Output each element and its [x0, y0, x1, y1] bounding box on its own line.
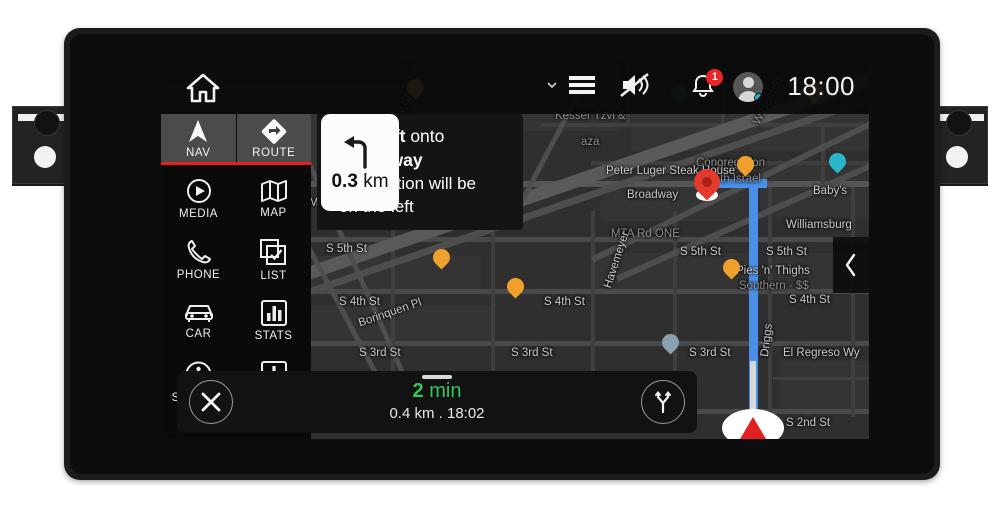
navigation-arrow-icon	[184, 118, 212, 144]
restaurant-pin[interactable]: 	[723, 259, 740, 282]
map-street-label: S 5th St	[326, 243, 367, 255]
checklist-icon	[260, 239, 287, 266]
chevron-left-icon	[843, 252, 859, 278]
turn-distance-unit: km	[363, 171, 388, 192]
map-street-label: S 3rd St	[689, 347, 731, 359]
turn-distance-value: 0.3	[331, 171, 357, 192]
alternate-routes-button[interactable]	[641, 380, 685, 424]
map-street-label: Driggs	[759, 323, 775, 357]
eta-arrival-time: 18:02	[447, 405, 485, 422]
collapse-panel-button[interactable]	[833, 237, 869, 293]
route-turn-icon	[260, 118, 288, 144]
map-street-label: S 3rd St	[359, 347, 401, 359]
online-status-dot	[754, 93, 763, 102]
route-alternatives-icon	[651, 390, 675, 414]
map-folded-icon	[260, 179, 288, 203]
sidebar-item-map[interactable]: MAP	[236, 169, 311, 230]
map-pin-glyph: 	[723, 260, 740, 276]
head-unit-device: Kesser Tzvi & Congregation Beth Israel aza P…	[64, 28, 940, 480]
turn-instruction-card: Turn left onto Broadway Destination will…	[321, 114, 523, 230]
map-street-label: Baby's	[813, 185, 847, 197]
map-street-label: Southern · $$	[739, 280, 809, 292]
status-bar: 1 18:00	[161, 61, 869, 114]
sidebar-item-stats[interactable]: STATS	[236, 291, 311, 352]
restaurant-pin[interactable]: 	[737, 156, 754, 179]
destination-marker[interactable]	[694, 169, 720, 203]
tab-nav[interactable]: NAV	[161, 114, 237, 162]
map-street-label: S 5th St	[680, 246, 721, 258]
drag-handle[interactable]	[422, 375, 452, 379]
map-pin-glyph: 	[433, 250, 450, 266]
map-street-label: aza	[581, 136, 600, 148]
volume-muted-icon[interactable]	[620, 72, 650, 98]
sidebar-item-label: STATS	[255, 330, 293, 342]
profile-avatar[interactable]	[733, 72, 763, 102]
map-pin-glyph: 	[507, 279, 524, 295]
sidebar-tabs: NAV ROUTE	[161, 114, 311, 162]
vehicle-position-puck	[722, 409, 784, 439]
map-street-label: Broadway	[627, 189, 678, 201]
map-pin-glyph: 	[737, 157, 754, 173]
museum-pin[interactable]	[662, 334, 679, 357]
sidebar-item-list[interactable]: LIST	[236, 230, 311, 291]
sidebar-item-label: MEDIA	[179, 208, 218, 220]
home-icon	[185, 71, 221, 105]
eta-duration: 2 min	[233, 380, 641, 403]
map-street-label: Williamsburg	[786, 219, 852, 231]
map-street-label: S 4th St	[339, 296, 380, 308]
map-street-label: S 5th St	[766, 246, 807, 258]
clock-label: 18:00	[787, 71, 855, 102]
eta-separator: .	[439, 405, 443, 422]
tab-route[interactable]: ROUTE	[237, 114, 312, 162]
map-pin-shape	[825, 149, 849, 173]
notification-count-badge: 1	[706, 69, 723, 86]
phone-handset-icon	[186, 239, 212, 265]
vehicle-arrow-icon	[740, 417, 766, 439]
shop-pin[interactable]	[829, 153, 846, 176]
home-button[interactable]	[185, 71, 221, 105]
map-street-label: El Regreso Wy	[783, 347, 860, 359]
device-bezel: Kesser Tzvi & Congregation Beth Israel aza P…	[70, 34, 934, 474]
eta-details: 0.4 km . 18:02	[233, 404, 641, 424]
map-street-label: Pies 'n' Thighs	[736, 265, 810, 277]
eta-duration-value: 2	[413, 380, 424, 402]
close-x-icon	[200, 391, 222, 413]
chevron-down-icon[interactable]	[546, 79, 558, 91]
tab-nav-label: NAV	[186, 147, 211, 159]
play-circle-icon	[186, 178, 212, 204]
touchscreen-display[interactable]: Kesser Tzvi & Congregation Beth Israel aza P…	[161, 61, 869, 439]
sidebar-item-car[interactable]: CAR	[161, 291, 236, 352]
sidebar-item-label: MAP	[260, 207, 286, 219]
tab-route-label: ROUTE	[252, 147, 295, 159]
notifications-button[interactable]: 1	[689, 72, 719, 102]
turn-left-arrow-icon	[338, 133, 382, 169]
hamburger-menu-icon[interactable]	[568, 74, 596, 96]
status-bar-right-group: 1 18:00	[689, 71, 855, 102]
eta-distance: 0.4 km	[389, 405, 434, 422]
map-street-label: S 4th St	[544, 296, 585, 308]
restaurant-pin[interactable]: 	[507, 278, 524, 301]
end-navigation-button[interactable]	[189, 380, 233, 424]
sidebar-item-label: CAR	[186, 328, 212, 340]
map-pin-shape	[658, 330, 682, 354]
restaurant-pin[interactable]: 	[433, 249, 450, 272]
bar-chart-icon	[261, 300, 287, 326]
car-front-icon	[184, 302, 214, 324]
eta-duration-unit: min	[429, 380, 461, 402]
sidebar-item-label: PHONE	[177, 269, 220, 281]
screenshot-root: Kesser Tzvi & Congregation Beth Israel aza P…	[0, 0, 1000, 507]
map-street-label: S 3rd St	[511, 347, 553, 359]
turn-distance-badge: 0.3 km	[321, 114, 399, 211]
map-street-label: S 2nd St	[786, 417, 830, 429]
status-bar-center-group	[546, 72, 650, 98]
sidebar-item-label: LIST	[260, 270, 286, 282]
sidebar-item-phone[interactable]: PHONE	[161, 230, 236, 291]
eta-bar: 2 min 0.4 km . 18:02	[177, 371, 697, 433]
map-street-label: S 4th St	[789, 294, 830, 306]
eta-summary: 2 min 0.4 km . 18:02	[233, 380, 641, 424]
turn-distance-text: 0.3 km	[331, 171, 388, 193]
sidebar-item-media[interactable]: MEDIA	[161, 169, 236, 230]
turn-suffix: onto	[405, 126, 444, 146]
